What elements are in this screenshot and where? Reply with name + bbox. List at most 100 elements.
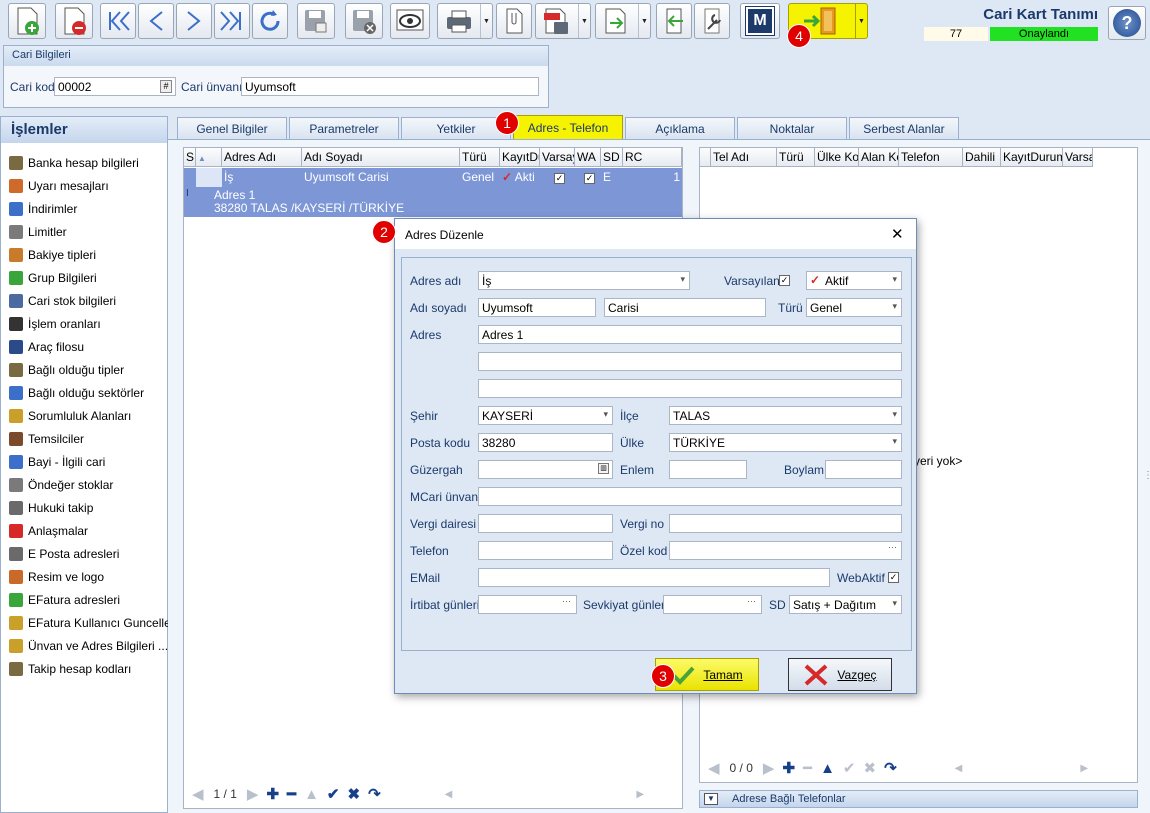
scroll-left-icon[interactable]: ◀ — [445, 789, 453, 800]
phone-nav-add-icon[interactable]: ✚ — [782, 759, 795, 777]
cancel-save-button[interactable] — [345, 3, 383, 39]
sidebar-item-11[interactable]: Sorumluluk Alanları — [9, 406, 131, 426]
phone-scroll-left-icon[interactable]: ◀ — [955, 763, 963, 774]
dialog-close-icon[interactable]: ✕ — [891, 225, 904, 243]
nav-remove-icon[interactable]: ━ — [287, 785, 296, 803]
phone-nav-confirm-icon[interactable]: ✔ — [843, 759, 856, 777]
varsayilan-checkbox-input[interactable]: ✓ — [779, 275, 790, 286]
wa-checkbox[interactable]: ✓ — [584, 173, 595, 184]
sidebar-item-21[interactable]: Ünvan ve Adres Bilgileri ... — [9, 636, 168, 656]
col-tel-adi[interactable]: Tel Adı — [711, 148, 777, 166]
print-button[interactable]: ▼ — [437, 3, 493, 39]
col-ulke-kodu[interactable]: Ülke Koc — [815, 148, 859, 166]
nav-confirm-icon[interactable]: ✔ — [327, 785, 340, 803]
col-telefon[interactable]: Telefon — [899, 148, 963, 166]
sidebar-item-8[interactable]: Araç filosu — [9, 337, 84, 357]
sidebar-item-12[interactable]: Temsilciler — [9, 429, 84, 449]
vergi-dairesi-input[interactable] — [478, 514, 613, 533]
turu-combo[interactable]: Genel — [806, 298, 902, 317]
boylam-input[interactable] — [825, 460, 902, 479]
import-button[interactable] — [656, 3, 692, 39]
sidebar-item-6[interactable]: Cari stok bilgileri — [9, 291, 116, 311]
cari-kod-input[interactable]: 00002 — [54, 77, 176, 96]
m-button[interactable]: M — [740, 3, 780, 39]
first-record-button[interactable] — [100, 3, 136, 39]
sidebar-item-18[interactable]: Resim ve logo — [9, 567, 104, 587]
table-row[interactable]: İş Uyumsoft Carisi Genel ✓ Akti ✓ ✓ E 1 … — [184, 168, 682, 217]
col-dahili[interactable]: Dahili — [963, 148, 1001, 166]
ozel-kod-ellipsis-icon[interactable]: ··· — [888, 542, 897, 552]
vazgec-button[interactable]: Vazgeç — [788, 658, 892, 691]
cari-kod-lookup-icon[interactable]: # — [160, 80, 172, 93]
preview-button[interactable] — [390, 3, 430, 39]
help-button[interactable]: ? — [1108, 6, 1146, 40]
adres-line1-input[interactable]: Adres 1 — [478, 325, 902, 344]
nav-cancel-icon[interactable]: ✖ — [348, 785, 361, 803]
col-varsayilan[interactable]: Varsay — [540, 148, 575, 166]
guzergah-lookup-icon[interactable]: ▥ — [598, 463, 609, 474]
phone-nav-up-icon[interactable]: ▲ — [820, 760, 835, 777]
ad-input[interactable]: Uyumsoft — [478, 298, 596, 317]
ilce-combo[interactable]: TALAS — [669, 406, 902, 425]
tab-genel-bilgiler[interactable]: Genel Bilgiler — [177, 117, 287, 139]
sd-combo[interactable]: Satış + Dağıtım — [789, 595, 902, 614]
sidebar-item-17[interactable]: E Posta adresleri — [9, 544, 119, 564]
adres-line3-input[interactable] — [478, 379, 902, 398]
enlem-input[interactable] — [669, 460, 747, 479]
col-rc[interactable]: RC — [623, 148, 682, 166]
sidebar-item-22[interactable]: Takip hesap kodları — [9, 659, 131, 679]
export-button[interactable]: ▼ — [595, 3, 651, 39]
nav-add-icon[interactable]: ✚ — [266, 785, 279, 803]
sidebar-item-7[interactable]: İşlem oranları — [9, 314, 101, 334]
phone-nav-cancel-icon[interactable]: ✖ — [864, 759, 877, 777]
sidebar-item-13[interactable]: Bayi - İlgili cari — [9, 452, 105, 472]
col-wa[interactable]: WA — [575, 148, 601, 166]
kayit-durumu-combo[interactable]: ✓ Aktif — [806, 271, 902, 290]
col-phone-kayit[interactable]: KayıtDurumu — [1001, 148, 1063, 166]
col-phone-turu[interactable]: Türü — [777, 148, 815, 166]
tab-aciklama[interactable]: Açıklama — [625, 117, 735, 139]
tab-adres-telefon[interactable]: Adres - Telefon — [513, 115, 623, 139]
sidebar-item-9[interactable]: Bağlı olduğu tipler — [9, 360, 124, 380]
varsayilan-checkbox[interactable]: ✓ — [554, 173, 565, 184]
refresh-button[interactable] — [252, 3, 288, 39]
sidebar-item-1[interactable]: Uyarı mesajları — [9, 176, 109, 196]
col-sd[interactable]: SD — [601, 148, 623, 166]
vergi-no-input[interactable] — [669, 514, 902, 533]
ulke-combo[interactable]: TÜRKİYE — [669, 433, 902, 452]
ozel-kod-input[interactable] — [669, 541, 902, 560]
pdf-export-button[interactable]: ▼ — [535, 3, 591, 39]
print-dropdown[interactable]: ▼ — [480, 4, 492, 38]
export-dropdown[interactable]: ▼ — [638, 4, 650, 38]
tab-noktalar[interactable]: Noktalar — [737, 117, 847, 139]
col-adi-soyadi[interactable]: Adı Soyadı — [302, 148, 460, 166]
sidebar-item-5[interactable]: Grup Bilgileri — [9, 268, 97, 288]
new-record-button[interactable] — [8, 3, 46, 39]
attachment-button[interactable] — [496, 3, 532, 39]
phone-footer[interactable]: ▼ Adrese Bağlı Telefonlar — [699, 790, 1138, 808]
scroll-right-icon[interactable]: ▶ — [636, 789, 644, 800]
mcari-input[interactable] — [478, 487, 902, 506]
col-phone-varsayilan[interactable]: Varsa — [1063, 148, 1093, 166]
cari-unvan-input[interactable]: Uyumsoft — [241, 77, 539, 96]
phone-nav-prev-icon[interactable]: ◀ — [708, 759, 720, 777]
nav-prev-icon[interactable]: ◀ — [192, 785, 204, 803]
save-button[interactable] — [297, 3, 335, 39]
irtibat-ellipsis-icon[interactable]: ··· — [562, 596, 571, 606]
exit-dropdown[interactable]: ▼ — [855, 4, 867, 38]
last-record-button[interactable] — [214, 3, 250, 39]
tools-button[interactable] — [694, 3, 730, 39]
sidebar-item-15[interactable]: Hukuki takip — [9, 498, 93, 518]
nav-refresh-icon[interactable]: ↷ — [368, 785, 381, 803]
phone-nav-next-icon[interactable]: ▶ — [763, 759, 775, 777]
tab-serbest-alanlar[interactable]: Serbest Alanlar — [849, 117, 959, 139]
sidebar-item-20[interactable]: EFatura Kullanıcı Guncelle — [9, 613, 171, 633]
col-turu[interactable]: Türü — [460, 148, 500, 166]
col-phone-indicator[interactable] — [700, 148, 711, 166]
col-alan-kodu[interactable]: Alan Ko — [859, 148, 899, 166]
adres-adi-combo[interactable]: İş — [478, 271, 690, 290]
phone-nav-refresh-icon[interactable]: ↷ — [884, 759, 897, 777]
col-sort[interactable]: ▲ — [196, 148, 222, 166]
splitter-handle-icon[interactable]: ⋮ — [1143, 470, 1150, 481]
sidebar-item-0[interactable]: Banka hesap bilgileri — [9, 153, 139, 173]
